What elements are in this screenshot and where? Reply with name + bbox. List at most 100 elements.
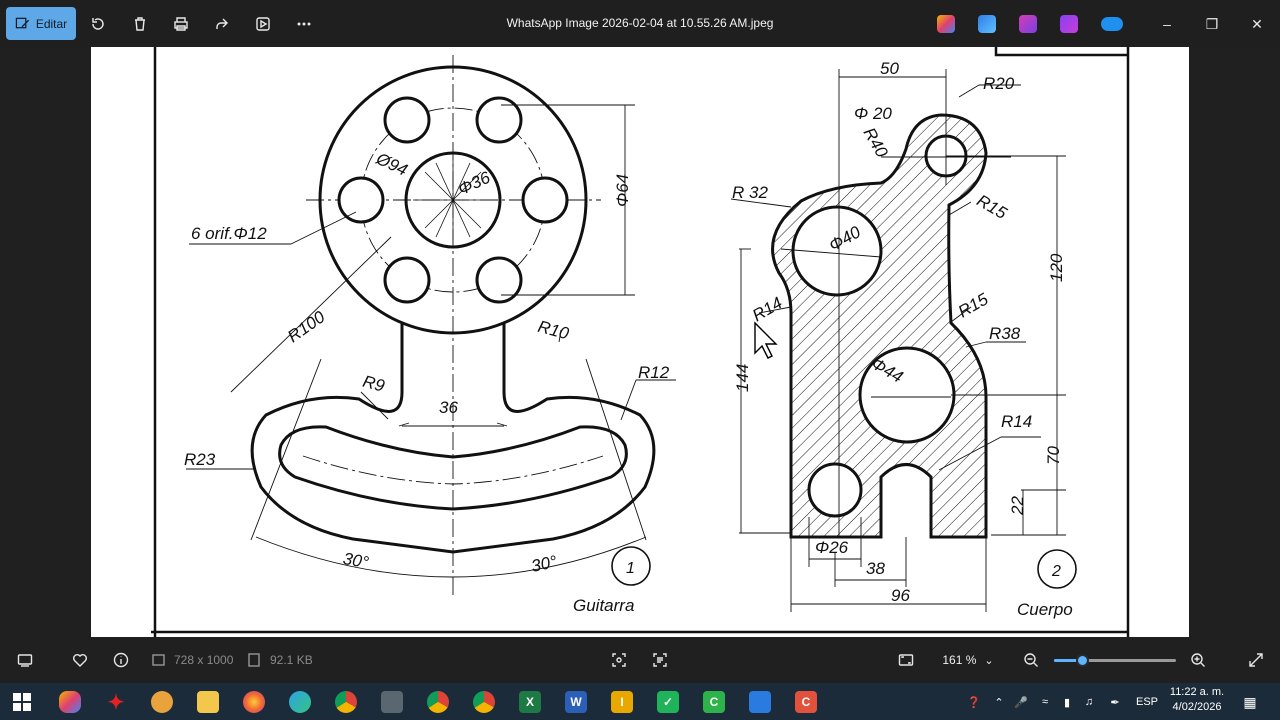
clipchamp-icon[interactable]: [1060, 15, 1078, 33]
part-guitarra: Ø94 Φ36 Φ64 6 orif.Φ12 R100 R10 R9 36 R1…: [184, 55, 676, 615]
part1-number: 1: [626, 560, 635, 577]
ocr-icon[interactable]: [610, 651, 628, 669]
dim-96: 96: [891, 586, 910, 605]
dim-holes: 6 orif.Φ12: [191, 224, 267, 243]
sheets-app-icon[interactable]: C: [703, 691, 725, 713]
pen-icon[interactable]: ✒: [1104, 692, 1126, 712]
chrome-profile-3-icon[interactable]: [473, 691, 495, 713]
notifications-icon[interactable]: ▦: [1240, 692, 1260, 712]
dim-d36: Φ36: [455, 168, 494, 199]
dim-r100: R100: [284, 307, 329, 346]
chrome-profile-2-icon[interactable]: [427, 691, 449, 713]
title-bar: Editar WhatsApp Image 2026-02-04 at 10.5…: [0, 0, 1280, 48]
chrome-icon[interactable]: [335, 691, 357, 713]
technical-drawing: Ø94 Φ36 Φ64 6 orif.Φ12 R100 R10 R9 36 R1…: [151, 47, 1130, 637]
help-icon[interactable]: ❓: [964, 692, 984, 712]
dim-d26: Φ26: [815, 538, 849, 557]
dim-r40: R40: [860, 124, 892, 161]
delete-icon[interactable]: [130, 14, 150, 34]
zoom-in-icon[interactable]: [1189, 651, 1207, 669]
paint-icon[interactable]: [1019, 15, 1037, 33]
copilot-icon[interactable]: [937, 15, 955, 33]
share-icon[interactable]: [212, 14, 232, 34]
part-cuerpo: 50 R20 Φ 20 R40 R 32 Φ40 R15 120 R14 R15…: [730, 59, 1077, 619]
dim-d94: Ø94: [372, 149, 410, 180]
excel-icon[interactable]: X: [519, 691, 541, 713]
title-block-corner: [994, 47, 1128, 57]
zoom-slider[interactable]: [1054, 654, 1176, 667]
tray-expand-icon[interactable]: ⌃: [990, 692, 1008, 712]
file-explorer-icon[interactable]: [197, 691, 219, 713]
windows-start-icon[interactable]: [11, 691, 33, 713]
chevron-down-icon: ⌄: [984, 654, 994, 667]
dim-angle-right: 30°: [529, 552, 558, 576]
language-indicator[interactable]: ESP: [1132, 692, 1162, 712]
copilot-taskbar-icon[interactable]: [59, 691, 81, 713]
dim-38: 38: [866, 559, 885, 578]
zoom-slider-thumb[interactable]: [1076, 654, 1090, 667]
file-size-icon: [245, 651, 263, 669]
word-icon[interactable]: W: [565, 691, 587, 713]
filmstrip-icon[interactable]: [16, 651, 34, 669]
part1-name: Guitarra: [573, 596, 634, 615]
red-app-icon[interactable]: C: [795, 691, 817, 713]
dim-r10: R10: [536, 317, 572, 344]
part2-number: 2: [1051, 563, 1061, 580]
slideshow-icon[interactable]: [253, 14, 273, 34]
dim-r14-right: R14: [1001, 412, 1032, 431]
dim-angle-left: 30°: [342, 549, 371, 572]
edit-button[interactable]: Editar: [6, 7, 76, 40]
clock-time: 11:22 a. m.: [1169, 686, 1225, 698]
cuerpo-body: [771, 113, 988, 539]
microphone-icon[interactable]: 🎤: [1012, 692, 1030, 712]
fullscreen-icon[interactable]: [1247, 651, 1265, 669]
zoom-dropdown[interactable]: 161 % ⌄: [928, 645, 1008, 675]
more-options-icon[interactable]: [294, 14, 314, 34]
green-app-icon[interactable]: ✓: [657, 691, 679, 713]
print-icon[interactable]: [171, 14, 191, 34]
dim-r23: R23: [184, 450, 216, 469]
image-dimensions: 728 x 1000: [174, 653, 234, 667]
dim-144: 144: [733, 364, 752, 392]
clock[interactable]: 11:22 a. m. 4/02/2026: [1160, 685, 1234, 715]
restore-icon[interactable]: ❐: [1200, 12, 1224, 36]
edit-button-label: Editar: [35, 16, 68, 31]
part2-name: Cuerpo: [1017, 600, 1073, 619]
dim-r38: R38: [989, 324, 1021, 343]
snipping-tool-icon[interactable]: [151, 691, 173, 713]
designer-icon[interactable]: [978, 15, 996, 33]
volume-icon[interactable]: ♫: [1080, 692, 1098, 712]
dim-r15-top: R15: [974, 191, 1011, 223]
calculator-icon[interactable]: [381, 691, 403, 713]
file-size: 92.1 KB: [270, 653, 313, 667]
zoom-level: 161 %: [942, 653, 977, 667]
image-viewport[interactable]: Ø94 Φ36 Φ64 6 orif.Φ12 R100 R10 R9 36 R1…: [91, 47, 1189, 637]
dim-r20: R20: [983, 74, 1015, 93]
dim-50: 50: [880, 59, 899, 78]
photos-app-icon[interactable]: [749, 691, 771, 713]
dim-22: 22: [1008, 496, 1027, 516]
dim-r9: R9: [361, 372, 387, 396]
onedrive-icon[interactable]: [1101, 17, 1123, 31]
dim-d64: Φ64: [613, 174, 632, 207]
firefox-icon[interactable]: [243, 691, 265, 713]
wifi-icon[interactable]: ≈: [1036, 692, 1054, 712]
close-icon[interactable]: ✕: [1245, 12, 1269, 36]
minimize-icon[interactable]: –: [1155, 12, 1179, 36]
dim-r12: R12: [638, 363, 670, 382]
star-app-icon[interactable]: ✦: [105, 691, 127, 714]
mouse-cursor-icon: [754, 321, 778, 359]
dim-r15-mid: R15: [955, 289, 992, 321]
rotate-icon[interactable]: [88, 14, 108, 34]
edge-icon[interactable]: [289, 691, 311, 713]
dim-r14-left: R14: [749, 293, 786, 325]
fit-to-window-icon[interactable]: [897, 651, 915, 669]
dimensions-icon: [150, 651, 168, 669]
info-icon[interactable]: [112, 651, 130, 669]
dim-d20: Φ 20: [854, 104, 892, 123]
text-scan-icon[interactable]: [651, 651, 669, 669]
battery-icon[interactable]: ▮: [1058, 692, 1076, 712]
zoom-out-icon[interactable]: [1022, 651, 1040, 669]
presentation-app-icon[interactable]: I: [611, 691, 633, 713]
favorite-icon[interactable]: [71, 651, 89, 669]
